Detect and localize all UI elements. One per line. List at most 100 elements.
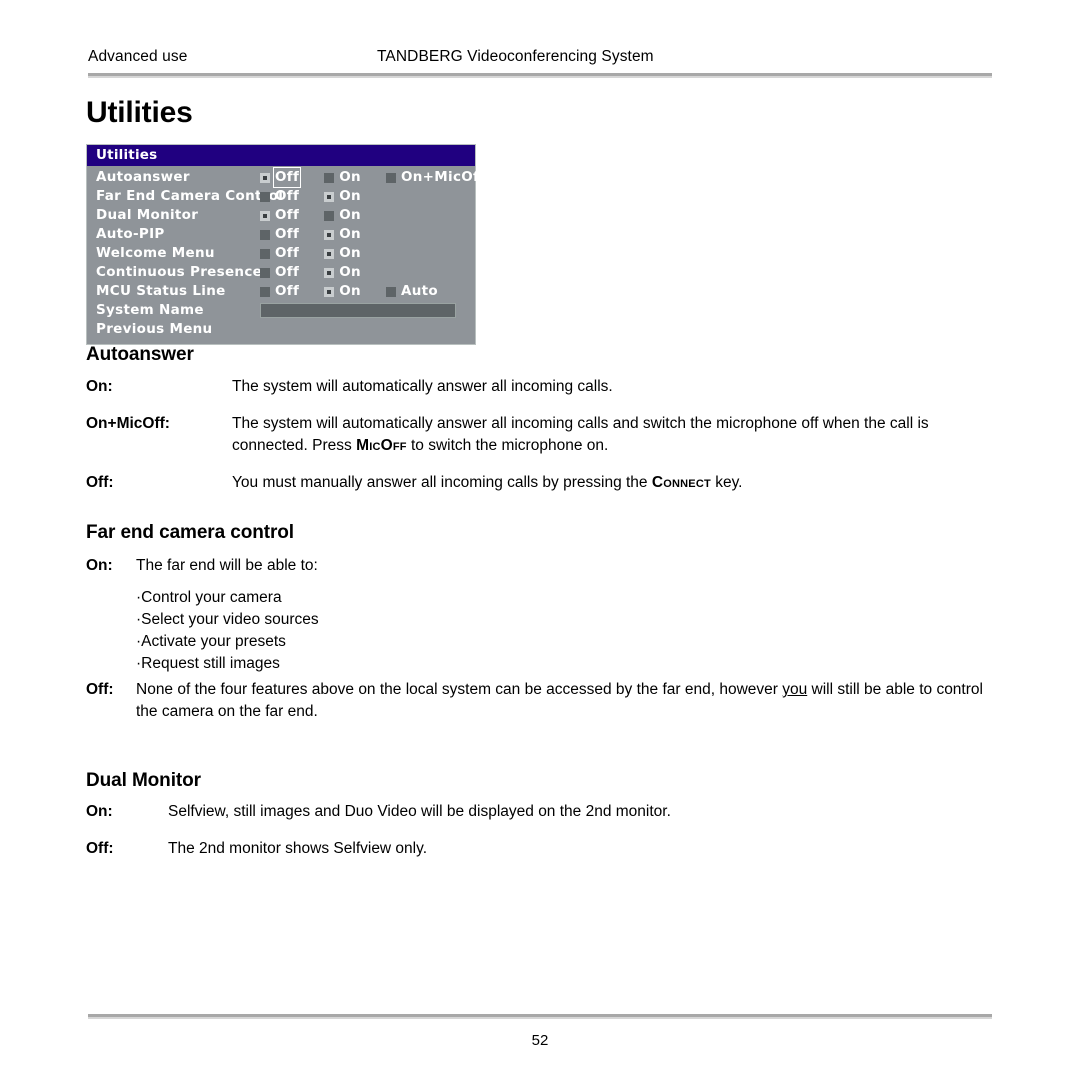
osd-row-previous-menu[interactable]: Previous Menu: [87, 320, 475, 339]
definition-term: On:: [86, 376, 232, 398]
far-end-off-definition: Off: None of the four features above on …: [86, 679, 992, 723]
header-center-text: TANDBERG Videoconferencing System: [377, 48, 654, 65]
osd-option-label: On: [339, 226, 361, 242]
definition-term-colon: :: [107, 557, 113, 574]
osd-row-label: Continuous Presence: [96, 264, 263, 280]
radio-unselected-icon: [324, 172, 335, 183]
definition-term-colon: :: [107, 803, 113, 820]
definition-term-text: On: [86, 803, 108, 820]
osd-option-off[interactable]: Off: [260, 206, 300, 225]
definition-body-keyname: MicOff: [356, 437, 407, 454]
osd-option-off[interactable]: Off: [260, 244, 300, 263]
osd-option-off[interactable]: Off: [260, 225, 300, 244]
osd-option-off[interactable]: Off: [260, 167, 302, 188]
definition-row: Off: You must manually answer all incomi…: [86, 472, 992, 494]
radio-selected-icon: [324, 248, 335, 259]
osd-option-label: On: [339, 264, 361, 280]
osd-option-off[interactable]: Off: [260, 263, 300, 282]
list-item: ·Request still images: [136, 655, 280, 672]
osd-row-options: Off On Auto: [260, 282, 449, 301]
section-title-autoanswer: Autoanswer: [86, 344, 194, 365]
osd-option-label: Off: [272, 167, 302, 188]
osd-row-dual-monitor[interactable]: Dual Monitor Off On: [87, 206, 475, 225]
osd-row-autoanswer[interactable]: Autoanswer Off On On+MicOff: [87, 167, 485, 188]
osd-row-far-end-camera-control[interactable]: Far End Camera Control Off On: [87, 187, 475, 206]
definition-row: On: The system will automatically answer…: [86, 376, 992, 398]
list-item: ·Control your camera: [136, 589, 282, 606]
definition-term: On:: [86, 801, 168, 823]
osd-option-label: Off: [275, 245, 300, 261]
definition-row: On: Selfview, still images and Duo Video…: [86, 801, 992, 823]
osd-titlebar: Utilities: [87, 145, 475, 166]
section-title-far-end-camera-control: Far end camera control: [86, 522, 294, 543]
definition-body: None of the four features above on the l…: [136, 679, 992, 723]
definition-body-part2: to switch the microphone on.: [406, 437, 609, 454]
osd-option-label: Off: [275, 226, 300, 242]
definition-body-emphasis: you: [782, 681, 808, 698]
osd-row-welcome-menu[interactable]: Welcome Menu Off On: [87, 244, 475, 263]
radio-unselected-icon: [260, 267, 270, 278]
definition-term-colon: :: [108, 681, 114, 698]
running-header: Advanced use TANDBERG Videoconferencing …: [88, 48, 992, 72]
radio-unselected-icon: [260, 191, 270, 202]
osd-option-on[interactable]: On: [324, 168, 362, 187]
definition-body: The system will automatically answer all…: [232, 378, 613, 395]
osd-row-system-name[interactable]: System Name: [87, 301, 475, 320]
definition-term: Off:: [86, 679, 136, 701]
osd-option-label: On: [339, 169, 361, 185]
section-title-dual-monitor: Dual Monitor: [86, 770, 201, 791]
definition-body: The far end will be able to:: [136, 557, 318, 574]
utilities-osd-menu: Utilities Autoanswer Off On On+MicOff Fa…: [86, 144, 485, 345]
definition-term: Off:: [86, 838, 168, 860]
osd-row-options: Off On: [260, 244, 372, 263]
osd-option-label: On: [339, 188, 361, 204]
osd-option-on[interactable]: On: [324, 244, 362, 263]
osd-row-options: Off On: [260, 206, 372, 225]
osd-option-on[interactable]: On: [324, 187, 362, 206]
osd-option-on[interactable]: On: [324, 263, 362, 282]
radio-selected-icon: [324, 191, 335, 202]
osd-body: Autoanswer Off On On+MicOff Far End Came…: [87, 166, 485, 344]
footer-divider: [88, 1014, 992, 1019]
osd-option-on-micoff[interactable]: On+MicOff: [386, 168, 486, 187]
osd-row-continuous-presence[interactable]: Continuous Presence Off On: [87, 263, 475, 282]
osd-option-off[interactable]: Off: [260, 187, 300, 206]
osd-option-auto[interactable]: Auto: [386, 282, 439, 301]
document-page: Advanced use TANDBERG Videoconferencing …: [0, 0, 1080, 1080]
osd-option-on[interactable]: On: [324, 206, 362, 225]
osd-row-label: Welcome Menu: [96, 245, 215, 261]
osd-row-mcu-status-line[interactable]: MCU Status Line Off On Auto: [87, 282, 475, 301]
definition-term: Off:: [86, 472, 232, 494]
definition-term: On+MicOff:: [86, 413, 232, 435]
definition-body: You must manually answer all incoming ca…: [232, 472, 992, 494]
definition-term: On:: [86, 555, 136, 577]
osd-option-label: Auto: [401, 283, 438, 299]
radio-unselected-icon: [260, 286, 270, 297]
definition-term-colon: :: [108, 474, 114, 491]
osd-option-off[interactable]: Off: [260, 282, 300, 301]
osd-option-on[interactable]: On: [324, 225, 362, 244]
osd-option-label: Off: [275, 283, 300, 299]
osd-option-label: On+MicOff: [401, 169, 486, 185]
osd-option-label: On: [339, 283, 361, 299]
definition-body-keyname: Connect: [651, 474, 711, 491]
osd-row-label: System Name: [96, 302, 204, 318]
osd-option-label: Off: [275, 207, 300, 223]
radio-selected-icon: [260, 210, 270, 221]
osd-option-on[interactable]: On: [324, 282, 362, 301]
definition-term-text: Off: [86, 474, 109, 491]
definition-term-colon: :: [164, 415, 170, 432]
definition-row: Off: None of the four features above on …: [86, 679, 992, 723]
system-name-input[interactable]: [260, 303, 456, 318]
radio-unselected-icon: [260, 229, 270, 240]
osd-option-label: Off: [275, 264, 300, 280]
definition-body: Selfview, still images and Duo Video wil…: [168, 803, 671, 820]
osd-row-label: Dual Monitor: [96, 207, 199, 223]
osd-row-options: Off On: [260, 225, 372, 244]
osd-row-auto-pip[interactable]: Auto-PIP Off On: [87, 225, 475, 244]
radio-selected-icon: [324, 229, 335, 240]
far-end-capability-list: ·Control your camera ·Select your video …: [136, 587, 992, 675]
radio-unselected-icon: [386, 286, 396, 297]
osd-row-options: Off On On+MicOff: [260, 167, 496, 188]
dual-monitor-definitions: On: Selfview, still images and Duo Video…: [86, 801, 992, 860]
